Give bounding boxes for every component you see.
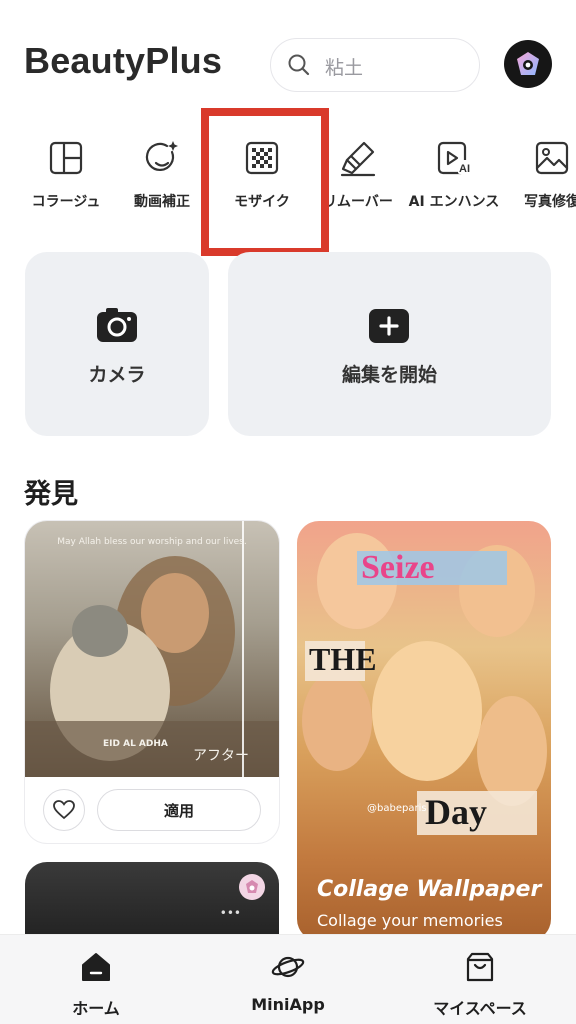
heart-icon	[53, 800, 75, 820]
nav-home[interactable]: ホーム	[26, 951, 166, 1019]
highlight-box	[201, 108, 329, 256]
tool-photo-repair[interactable]: 写真修復	[504, 138, 576, 212]
feed-card-image: May Allah bless our worship and our live…	[25, 521, 279, 777]
like-button[interactable]	[43, 789, 85, 831]
collage-card-title: Collage Wallpaper	[317, 877, 542, 902]
after-label: アフター	[193, 748, 249, 764]
collage-word-the: THE	[309, 641, 377, 677]
nav-myspace-label: マイスペース	[433, 999, 527, 1018]
feed-card-caption: May Allah bless our worship and our live…	[57, 537, 247, 547]
ai-enhance-icon: AI	[437, 141, 472, 175]
face-retouch-icon	[145, 141, 178, 171]
tool-photo-repair-label: 写真修復	[524, 194, 576, 210]
collage-card-subtitle: Collage your memories	[317, 911, 503, 930]
header: BeautyPlus 粘土	[0, 0, 576, 120]
svg-text:AI: AI	[459, 163, 470, 175]
plus-icon	[369, 309, 409, 343]
collage-word-day: Day	[425, 792, 487, 832]
camera-icon	[97, 308, 137, 342]
camera-label: カメラ	[88, 364, 146, 386]
photo-repair-icon	[535, 141, 569, 175]
tool-collage-label: コラージュ	[31, 194, 101, 210]
nav-home-label: ホーム	[72, 999, 120, 1018]
nav-miniapp[interactable]: MiniApp	[218, 951, 358, 1014]
eid-text: EID AL ADHA	[103, 739, 168, 749]
camera-card[interactable]: カメラ	[25, 252, 209, 436]
start-edit-label: 編集を開始	[341, 364, 437, 386]
app-title: BeautyPlus	[24, 40, 223, 81]
eraser-icon	[340, 141, 376, 177]
search-placeholder: 粘土	[325, 57, 364, 79]
before-after-divider[interactable]	[242, 521, 244, 777]
feed-card-collage[interactable]: Seize THE Day @babeparis Collage Wallpap…	[297, 521, 551, 941]
brand-badge-icon	[239, 874, 265, 900]
tool-face-retouch-label: 動画補正	[134, 194, 190, 210]
brand-logo-icon	[517, 52, 539, 75]
apply-button[interactable]: 適用	[97, 789, 261, 831]
watermark-text: @babeparis	[367, 803, 427, 814]
start-edit-card[interactable]: 編集を開始	[228, 252, 551, 436]
tool-face-retouch[interactable]: 動画補正	[114, 138, 210, 212]
collage-word-seize: Seize	[361, 549, 435, 586]
search-icon	[287, 53, 311, 81]
bottom-nav: ホーム MiniApp マイスペース	[0, 934, 576, 1024]
avatar[interactable]	[504, 40, 552, 88]
search-bar[interactable]: 粘土	[270, 38, 480, 92]
box-icon	[466, 952, 494, 982]
tool-ai-enhance-label: AI エンハンス	[408, 194, 500, 210]
discover-title: 発見	[24, 479, 78, 510]
feed-card-eid[interactable]: May Allah bless our worship and our live…	[25, 521, 279, 843]
more-icon[interactable]: •••	[220, 906, 241, 920]
nav-myspace[interactable]: マイスペース	[410, 951, 550, 1019]
collage-icon	[49, 141, 83, 175]
nav-miniapp-label: MiniApp	[251, 995, 325, 1014]
planet-icon	[271, 956, 305, 978]
tool-collage[interactable]: コラージュ	[18, 138, 114, 212]
home-icon	[82, 953, 110, 981]
tool-ai-enhance[interactable]: AI AI エンハンス	[406, 138, 502, 212]
